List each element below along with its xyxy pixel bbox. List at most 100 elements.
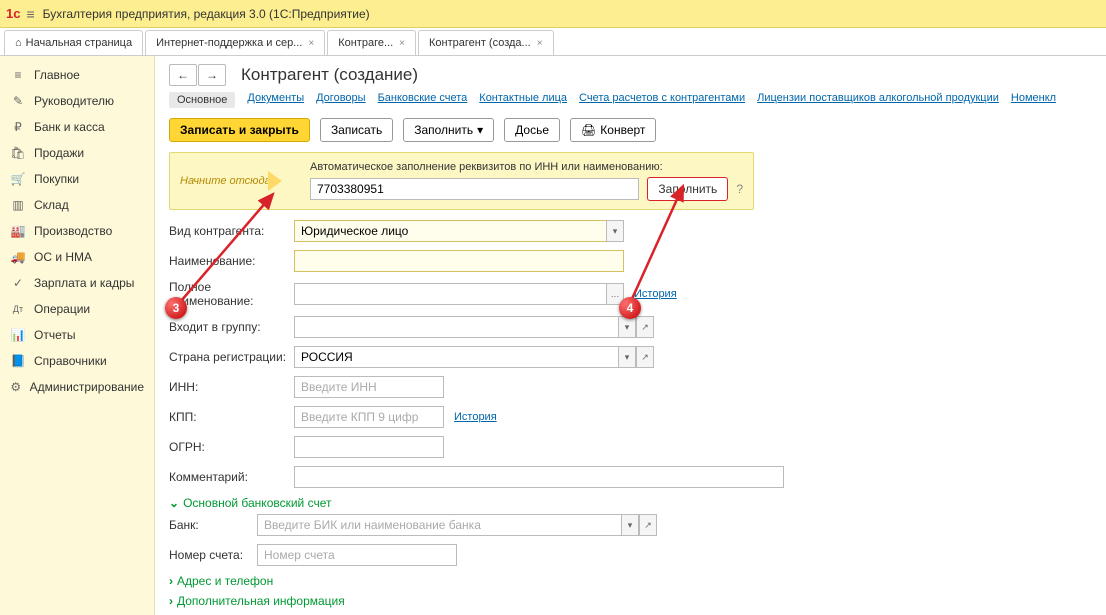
- autofill-title: Автоматическое заполнение реквизитов по …: [310, 161, 743, 173]
- close-icon[interactable]: ×: [399, 38, 405, 49]
- arrow-icon: [268, 171, 282, 191]
- back-button[interactable]: ←: [169, 64, 197, 86]
- sidebar-item-admin[interactable]: ⚙Администрирование: [0, 374, 154, 400]
- subnav-contacts[interactable]: Контактные лица: [479, 92, 567, 108]
- gear-icon: ⚙: [10, 380, 22, 394]
- kpp-label: КПП:: [169, 410, 294, 424]
- dt-icon: Дт: [10, 304, 26, 314]
- inn-input[interactable]: [294, 376, 444, 398]
- comment-input[interactable]: [294, 466, 784, 488]
- sidebar-item-bank[interactable]: ₽Банк и касса: [0, 114, 154, 140]
- tab-home[interactable]: ⌂ Начальная страница: [4, 30, 143, 55]
- sidebar-item-assets[interactable]: 🚚ОС и НМА: [0, 244, 154, 270]
- dropdown-icon[interactable]: ▾: [618, 316, 636, 338]
- bank-input[interactable]: [257, 514, 621, 536]
- pencil-icon: ✎: [10, 94, 26, 108]
- ruble-icon: ₽: [10, 120, 26, 134]
- bank-label: Банк:: [169, 518, 257, 532]
- dropdown-icon[interactable]: ▾: [621, 514, 639, 536]
- logo-1c: 1c: [6, 6, 20, 21]
- sidebar-item-manager[interactable]: ✎Руководителю: [0, 88, 154, 114]
- account-input[interactable]: [257, 544, 457, 566]
- fullname-label: Полное наименование:: [169, 280, 294, 308]
- fill-button[interactable]: Заполнить ▾: [403, 118, 494, 142]
- save-close-button[interactable]: Записать и закрыть: [169, 118, 310, 142]
- sidebar-item-purchases[interactable]: 🛒Покупки: [0, 166, 154, 192]
- marker-3: 3: [165, 297, 187, 319]
- account-label: Номер счета:: [169, 548, 257, 562]
- kpp-input[interactable]: [294, 406, 444, 428]
- tab-bar: ⌂ Начальная страница Интернет-поддержка …: [0, 28, 1106, 56]
- sidebar-item-salary[interactable]: ✓Зарплата и кадры: [0, 270, 154, 296]
- type-select[interactable]: [294, 220, 606, 242]
- cart-icon: 🛒: [10, 172, 26, 186]
- convert-button[interactable]: 🖨 Конверт: [570, 118, 656, 142]
- sidebar-item-warehouse[interactable]: ▥Склад: [0, 192, 154, 218]
- sidebar-item-production[interactable]: 🏭Производство: [0, 218, 154, 244]
- content-area: ← → Контрагент (создание) Основное Докум…: [155, 56, 1106, 615]
- close-icon[interactable]: ×: [537, 38, 543, 49]
- name-label: Наименование:: [169, 254, 294, 268]
- dropdown-icon[interactable]: ▾: [618, 346, 636, 368]
- sidebar-item-main[interactable]: ≡Главное: [0, 62, 154, 88]
- extra-section-toggle[interactable]: Дополнительная информация: [169, 594, 1092, 608]
- marker-4: 4: [619, 297, 641, 319]
- subnav: Основное Документы Договоры Банковские с…: [169, 92, 1092, 108]
- ogrn-label: ОГРН:: [169, 440, 294, 454]
- dropdown-icon[interactable]: ▾: [606, 220, 624, 242]
- subnav-nomenclature[interactable]: Номенкл: [1011, 92, 1056, 108]
- group-input[interactable]: [294, 316, 618, 338]
- tab-label: Контраге...: [338, 37, 393, 49]
- subnav-contracts[interactable]: Договоры: [316, 92, 365, 108]
- subnav-documents[interactable]: Документы: [247, 92, 304, 108]
- truck-icon: 🚚: [10, 250, 26, 264]
- hamburger-icon[interactable]: ≡: [26, 6, 34, 22]
- app-title: Бухгалтерия предприятия, редакция 3.0 (1…: [43, 7, 370, 21]
- tab-label: Начальная страница: [26, 37, 132, 49]
- forward-button[interactable]: →: [198, 64, 226, 86]
- toolbar: Записать и закрыть Записать Заполнить ▾ …: [169, 118, 1092, 142]
- tab-contragent-create[interactable]: Контрагент (созда... ×: [418, 30, 554, 55]
- tab-support[interactable]: Интернет-поддержка и сер... ×: [145, 30, 325, 55]
- comment-label: Комментарий:: [169, 470, 294, 484]
- open-icon[interactable]: ↗: [636, 346, 654, 368]
- sidebar-item-reports[interactable]: 📊Отчеты: [0, 322, 154, 348]
- hint-box: Начните отсюда Автоматическое заполнение…: [169, 152, 754, 210]
- sidebar-item-sales[interactable]: 🛍Продажи: [0, 140, 154, 166]
- fullname-input[interactable]: [294, 283, 606, 305]
- address-section-toggle[interactable]: Адрес и телефон: [169, 574, 1092, 588]
- tab-label: Контрагент (созда...: [429, 37, 531, 49]
- bag-icon: 🛍: [10, 146, 26, 160]
- tab-contragents[interactable]: Контраге... ×: [327, 30, 416, 55]
- kpp-history-link[interactable]: История: [454, 411, 497, 423]
- save-button[interactable]: Записать: [320, 118, 393, 142]
- page-title: Контрагент (создание): [241, 65, 418, 85]
- subnav-licenses[interactable]: Лицензии поставщиков алкогольной продукц…: [757, 92, 999, 108]
- subnav-bank-accounts[interactable]: Банковские счета: [378, 92, 468, 108]
- sidebar-item-operations[interactable]: ДтОперации: [0, 296, 154, 322]
- name-input[interactable]: [294, 250, 624, 272]
- menu-icon: ≡: [10, 68, 26, 82]
- sidebar-item-directories[interactable]: 📘Справочники: [0, 348, 154, 374]
- home-icon: ⌂: [15, 37, 22, 49]
- country-input[interactable]: [294, 346, 618, 368]
- boxes-icon: ▥: [10, 198, 26, 212]
- open-icon[interactable]: ↗: [636, 316, 654, 338]
- country-label: Страна регистрации:: [169, 350, 294, 364]
- history-link[interactable]: История: [634, 288, 677, 300]
- type-label: Вид контрагента:: [169, 224, 294, 238]
- group-label: Входит в группу:: [169, 320, 294, 334]
- subnav-accounts[interactable]: Счета расчетов с контрагентами: [579, 92, 745, 108]
- bank-section-toggle[interactable]: Основной банковский счет: [169, 496, 1092, 510]
- subnav-main[interactable]: Основное: [169, 92, 235, 108]
- check-icon: ✓: [10, 276, 26, 290]
- ogrn-input[interactable]: [294, 436, 444, 458]
- close-icon[interactable]: ×: [308, 38, 314, 49]
- open-icon[interactable]: ↗: [639, 514, 657, 536]
- sidebar: ≡Главное ✎Руководителю ₽Банк и касса 🛍Пр…: [0, 56, 155, 615]
- help-icon[interactable]: ?: [736, 182, 743, 196]
- fill-lookup-button[interactable]: Заполнить: [647, 177, 728, 201]
- dossier-button[interactable]: Досье: [504, 118, 560, 142]
- inn-lookup-input[interactable]: [310, 178, 639, 200]
- chart-icon: 📊: [10, 328, 26, 342]
